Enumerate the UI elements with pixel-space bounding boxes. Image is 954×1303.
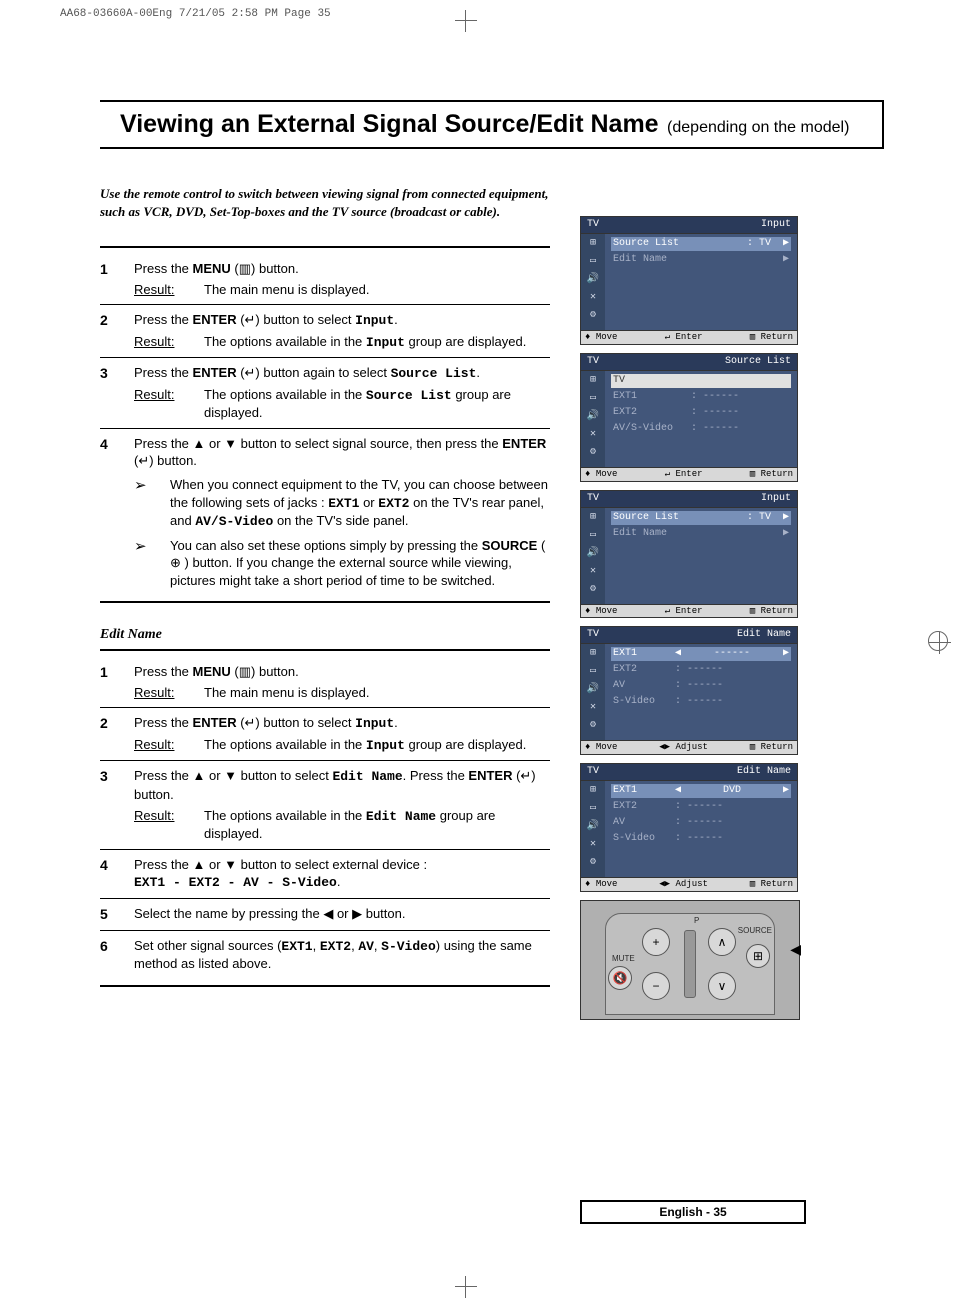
sound-icon: 🔊 bbox=[587, 548, 599, 560]
setup-icon: ⚙ bbox=[590, 857, 596, 869]
setup-icon: ⚙ bbox=[590, 447, 596, 459]
channel-icon: ✕ bbox=[590, 429, 596, 441]
sound-icon: 🔊 bbox=[587, 821, 599, 833]
mute-label: MUTE bbox=[612, 954, 635, 963]
picture-icon: ▭ bbox=[590, 256, 596, 268]
page-number: English - 35 bbox=[580, 1200, 806, 1224]
channel-icon: ✕ bbox=[590, 292, 596, 304]
crop-crosshair-right bbox=[928, 631, 948, 651]
divider bbox=[100, 601, 550, 603]
intro-text: Use the remote control to switch between… bbox=[100, 185, 550, 220]
ch-down-button: ∨ bbox=[708, 972, 736, 1000]
input-icon: ⊞ bbox=[590, 375, 596, 387]
setup-icon: ⚙ bbox=[590, 310, 596, 322]
input-icon: ⊞ bbox=[590, 238, 596, 250]
channel-icon: ✕ bbox=[590, 566, 596, 578]
page-subtitle: (depending on the model) bbox=[667, 119, 849, 136]
mute-button: 🔇 bbox=[608, 966, 632, 990]
osd-edit-name-2: TVEdit Name ⊞▭🔊✕⚙ EXT1◀DVD▶ EXT2: ------… bbox=[580, 763, 798, 892]
picture-icon: ▭ bbox=[590, 393, 596, 405]
divider bbox=[100, 649, 550, 651]
center-bar bbox=[684, 930, 696, 998]
input-icon: ⊞ bbox=[590, 785, 596, 797]
picture-icon: ▭ bbox=[590, 530, 596, 542]
input-icon: ⊞ bbox=[590, 512, 596, 524]
crop-crosshair-top bbox=[455, 10, 477, 32]
print-header: AA68-03660A-00Eng 7/21/05 2:58 PM Page 3… bbox=[60, 8, 331, 20]
vol-up-button: + bbox=[642, 928, 670, 956]
vol-down-button: − bbox=[642, 972, 670, 1000]
step-b4: 4 Press the ▲ or ▼ button to select exte… bbox=[100, 850, 550, 899]
divider bbox=[100, 985, 550, 987]
sound-icon: 🔊 bbox=[587, 274, 599, 286]
main-content: Use the remote control to switch between… bbox=[100, 185, 550, 993]
channel-icon: ✕ bbox=[590, 839, 596, 851]
sound-icon: 🔊 bbox=[587, 684, 599, 696]
picture-icon: ▭ bbox=[590, 803, 596, 815]
edit-name-heading: Edit Name bbox=[100, 627, 550, 643]
step-a1: 1 Press the MENU (▥) button. Result: The… bbox=[100, 254, 550, 305]
input-icon: ⊞ bbox=[590, 648, 596, 660]
step-a4: 4 Press the ▲ or ▼ button to select sign… bbox=[100, 429, 550, 595]
crop-crosshair-bottom bbox=[455, 1276, 477, 1298]
page-title: Viewing an External Signal Source/Edit N… bbox=[120, 110, 659, 138]
step-a2: 2 Press the ENTER (↵) button to select I… bbox=[100, 305, 550, 358]
remote-illustration: MUTE P SOURCE + − 🔇 ∧ ∨ ⊞ ◀ bbox=[580, 900, 800, 1020]
pointer-arrow-icon: ◀ bbox=[790, 941, 801, 958]
step-b1: 1 Press the MENU (▥) button. Result: The… bbox=[100, 657, 550, 708]
source-button: ⊞ bbox=[746, 944, 770, 968]
osd-input-1: TVInput ⊞▭🔊✕⚙ Source List: TV▶ Edit Name… bbox=[580, 216, 798, 345]
sound-icon: 🔊 bbox=[587, 411, 599, 423]
osd-column: TVInput ⊞▭🔊✕⚙ Source List: TV▶ Edit Name… bbox=[580, 216, 800, 1020]
step-a3: 3 Press the ENTER (↵) button again to se… bbox=[100, 358, 550, 429]
setup-icon: ⚙ bbox=[590, 720, 596, 732]
step-b6: 6 Set other signal sources (EXT1, EXT2, … bbox=[100, 931, 550, 979]
setup-icon: ⚙ bbox=[590, 584, 596, 596]
osd-sidebar-icons: ⊞ ▭ 🔊 ✕ ⚙ bbox=[581, 234, 605, 330]
source-label: SOURCE bbox=[738, 926, 772, 935]
note-arrow-icon: ➢ bbox=[134, 476, 170, 531]
osd-input-2: TVInput ⊞▭🔊✕⚙ Source List: TV▶ Edit Name… bbox=[580, 490, 798, 619]
ch-up-button: ∧ bbox=[708, 928, 736, 956]
picture-icon: ▭ bbox=[590, 666, 596, 678]
result-label: Result: bbox=[134, 281, 204, 299]
note-arrow-icon: ➢ bbox=[134, 537, 170, 590]
channel-icon: ✕ bbox=[590, 702, 596, 714]
osd-source-list: TVSource List ⊞▭🔊✕⚙ TV EXT1: ------ EXT2… bbox=[580, 353, 798, 482]
step-b3: 3 Press the ▲ or ▼ button to select Edit… bbox=[100, 761, 550, 849]
page: AA68-03660A-00Eng 7/21/05 2:58 PM Page 3… bbox=[0, 0, 954, 1303]
osd-edit-name-1: TVEdit Name ⊞▭🔊✕⚙ EXT1◀------▶ EXT2: ---… bbox=[580, 626, 798, 755]
step-b2: 2 Press the ENTER (↵) button to select I… bbox=[100, 708, 550, 761]
divider bbox=[100, 246, 550, 248]
title-box: Viewing an External Signal Source/Edit N… bbox=[100, 100, 884, 149]
step-b5: 5 Select the name by pressing the ◀ or ▶… bbox=[100, 899, 550, 931]
p-label: P bbox=[694, 916, 699, 925]
